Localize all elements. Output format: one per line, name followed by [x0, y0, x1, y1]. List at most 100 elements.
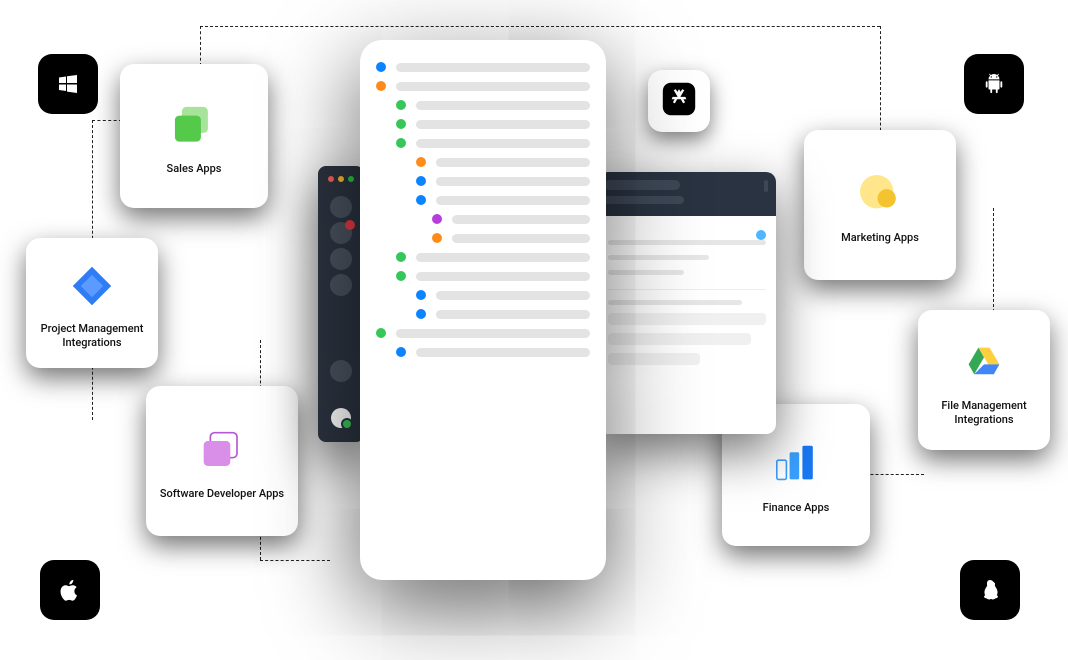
list-item — [376, 214, 590, 224]
list-item — [376, 138, 590, 148]
platform-android-badge — [964, 54, 1024, 114]
list-item — [376, 271, 590, 281]
placeholder-line — [436, 196, 590, 205]
placeholder-line — [608, 300, 742, 305]
dev-icon — [190, 421, 254, 481]
sidebar-item — [330, 248, 352, 270]
platform-apple-badge — [40, 560, 100, 620]
sales-icon — [162, 96, 226, 156]
connector — [200, 26, 880, 27]
bullet-green-icon — [396, 119, 406, 129]
bullet-green-icon — [396, 138, 406, 148]
list-item — [376, 62, 590, 72]
placeholder-line — [436, 310, 590, 319]
linux-icon — [977, 577, 1003, 603]
sidebar-item — [330, 360, 352, 382]
windows-icon — [55, 71, 81, 97]
placeholder-line — [608, 255, 709, 260]
apple-icon — [57, 577, 83, 603]
browser-tab-icon — [604, 180, 680, 190]
browser-body — [598, 216, 776, 375]
bullet-green-icon — [396, 271, 406, 281]
card-label: Finance Apps — [763, 501, 830, 515]
placeholder-block — [608, 313, 766, 325]
placeholder-line — [416, 101, 590, 110]
status-dot-icon — [756, 230, 766, 240]
placeholder-line — [416, 272, 590, 281]
list-item — [376, 252, 590, 262]
list-item — [376, 309, 590, 319]
placeholder-line — [396, 63, 590, 72]
card-label: Marketing Apps — [841, 231, 919, 245]
card-label: Sales Apps — [167, 162, 222, 176]
placeholder-line — [416, 139, 590, 148]
bullet-purple-icon — [432, 214, 442, 224]
list-item — [376, 233, 590, 243]
list-item — [376, 176, 590, 186]
card-project-management[interactable]: Project Management Integrations — [26, 238, 158, 368]
bullet-green-icon — [396, 100, 406, 110]
placeholder-block — [608, 353, 700, 365]
pm-icon — [60, 256, 124, 316]
list-item — [376, 290, 590, 300]
placeholder-line — [416, 348, 590, 357]
drive-icon — [952, 333, 1016, 393]
bullet-blue-icon — [416, 195, 426, 205]
placeholder-line — [452, 215, 590, 224]
card-marketing[interactable]: Marketing Apps — [804, 130, 956, 280]
kebab-menu-icon — [764, 180, 768, 192]
card-label: Project Management Integrations — [36, 322, 148, 351]
placeholder-line — [436, 177, 590, 186]
placeholder-line — [608, 270, 684, 275]
browser-mock — [598, 172, 776, 434]
placeholder-line — [416, 253, 590, 262]
card-label: File Management Integrations — [928, 399, 1040, 428]
card-developer[interactable]: Software Developer Apps — [146, 386, 298, 536]
bullet-orange-icon — [376, 81, 386, 91]
placeholder-line — [396, 82, 590, 91]
placeholder-line — [416, 120, 590, 129]
app-store-tile — [648, 70, 710, 132]
bullet-blue-icon — [416, 290, 426, 300]
list-item — [376, 100, 590, 110]
connector — [92, 120, 122, 121]
sidebar-item — [330, 196, 352, 218]
chat-app-sidebar-mock — [318, 166, 364, 442]
bullet-green-icon — [396, 252, 406, 262]
connector — [260, 560, 330, 561]
list-item — [376, 195, 590, 205]
address-bar-icon — [604, 196, 684, 204]
sidebar-item-notification — [330, 222, 352, 244]
placeholder-line — [436, 291, 590, 300]
bullet-green-icon — [376, 328, 386, 338]
list-item — [376, 119, 590, 129]
divider — [608, 289, 766, 290]
browser-chrome — [598, 172, 776, 216]
bullet-blue-icon — [416, 176, 426, 186]
placeholder-block — [608, 333, 751, 345]
card-file-management[interactable]: File Management Integrations — [918, 310, 1050, 450]
placeholder-line — [452, 234, 590, 243]
sidebar-item — [330, 274, 352, 296]
platform-linux-badge — [960, 560, 1020, 620]
placeholder-line — [396, 329, 590, 338]
bullet-blue-icon — [376, 62, 386, 72]
bullet-blue-icon — [416, 309, 426, 319]
app-store-icon — [661, 81, 697, 121]
integration-diagram: Sales Apps Project Management Integratio… — [0, 0, 1068, 660]
android-icon — [981, 71, 1007, 97]
finance-icon — [764, 435, 828, 495]
marketing-icon — [848, 165, 912, 225]
bullet-blue-icon — [396, 347, 406, 357]
bullet-orange-icon — [416, 157, 426, 167]
list-item — [376, 347, 590, 357]
platform-windows-badge — [38, 54, 98, 114]
placeholder-line — [436, 158, 590, 167]
avatar-icon — [331, 408, 351, 428]
list-item — [376, 328, 590, 338]
card-label: Software Developer Apps — [160, 487, 284, 501]
list-item — [376, 157, 590, 167]
bullet-orange-icon — [432, 233, 442, 243]
card-sales[interactable]: Sales Apps — [120, 64, 268, 208]
placeholder-line — [608, 240, 766, 245]
